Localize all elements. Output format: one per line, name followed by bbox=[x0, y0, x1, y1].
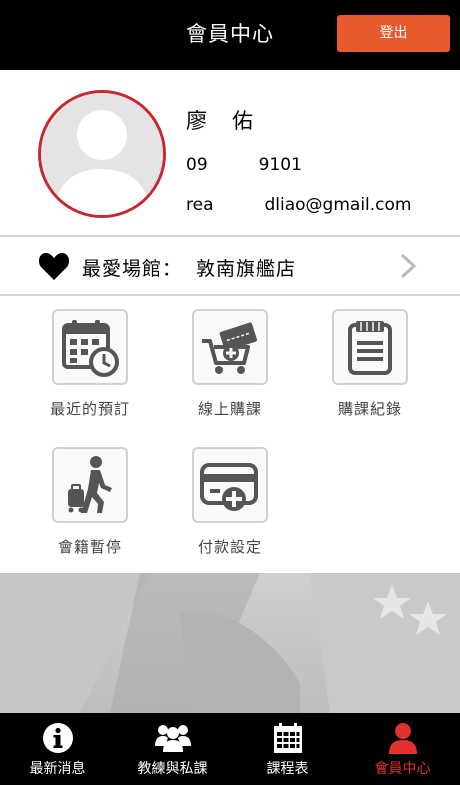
background-photo bbox=[0, 573, 460, 713]
menu-label: 購課紀錄 bbox=[337, 400, 402, 418]
traveler-icon bbox=[68, 456, 112, 513]
tab-label: 課程表 bbox=[266, 761, 309, 777]
tab-news[interactable]: 最新消息 bbox=[0, 713, 115, 785]
profile-card: 廖 佑 09 9101 rea dliao@gmail.com bbox=[0, 70, 460, 236]
tab-coaches[interactable]: 教練與私課 bbox=[115, 713, 230, 785]
divider bbox=[0, 235, 460, 237]
receipt-icon bbox=[348, 321, 392, 375]
logout-button[interactable]: 登出 bbox=[337, 15, 450, 52]
member-icon bbox=[389, 723, 417, 754]
tab-member-center[interactable]: 會員中心 bbox=[345, 713, 460, 785]
menu-recent-bookings[interactable]: 最近的預訂 bbox=[35, 309, 145, 419]
chevron-right-icon bbox=[400, 253, 417, 279]
menu-label: 線上購課 bbox=[197, 400, 262, 418]
avatar[interactable] bbox=[38, 90, 166, 218]
tile-frame bbox=[192, 447, 268, 523]
calendar-clock-icon bbox=[62, 320, 119, 377]
favorite-venue-row[interactable]: 最愛場館： 敦南旗艦店 bbox=[0, 238, 460, 294]
group-icon bbox=[155, 725, 191, 752]
favorite-venue-label: 最愛場館： bbox=[82, 258, 183, 280]
tile-frame bbox=[192, 309, 268, 385]
heart-icon bbox=[38, 253, 70, 280]
menu-buy-online[interactable]: 線上購課 bbox=[175, 309, 285, 419]
app-header: 會員中心 登出 bbox=[0, 0, 460, 70]
menu-label: 會籍暫停 bbox=[57, 538, 122, 556]
menu-membership-pause[interactable]: 會籍暫停 bbox=[35, 447, 145, 557]
schedule-icon bbox=[274, 723, 302, 753]
menu-label: 付款設定 bbox=[197, 538, 262, 556]
tab-label: 教練與私課 bbox=[137, 761, 208, 777]
tile-frame bbox=[52, 447, 128, 523]
member-phone: 09 9101 bbox=[186, 155, 302, 175]
tab-label: 會員中心 bbox=[374, 761, 431, 777]
menu-label: 最近的預訂 bbox=[49, 400, 130, 418]
menu-payment-settings[interactable]: 付款設定 bbox=[175, 447, 285, 557]
divider bbox=[0, 294, 460, 296]
member-email: rea dliao@gmail.com bbox=[186, 195, 412, 215]
favorite-venue-value: 敦南旗艦店 bbox=[196, 258, 297, 280]
tab-label: 最新消息 bbox=[29, 761, 86, 777]
cart-ticket-icon bbox=[202, 322, 258, 374]
bottom-tab-bar: 最新消息 教練與私課 課程表 會員中心 bbox=[0, 713, 460, 785]
member-name: 廖 佑 bbox=[186, 109, 255, 133]
info-icon bbox=[43, 723, 73, 753]
credit-card-add-icon bbox=[200, 463, 258, 511]
tab-schedule[interactable]: 課程表 bbox=[230, 713, 345, 785]
tile-frame bbox=[52, 309, 128, 385]
menu-purchase-history[interactable]: 購課紀錄 bbox=[315, 309, 425, 419]
tile-frame bbox=[332, 309, 408, 385]
default-user-icon bbox=[41, 93, 163, 215]
background-image bbox=[0, 573, 460, 713]
